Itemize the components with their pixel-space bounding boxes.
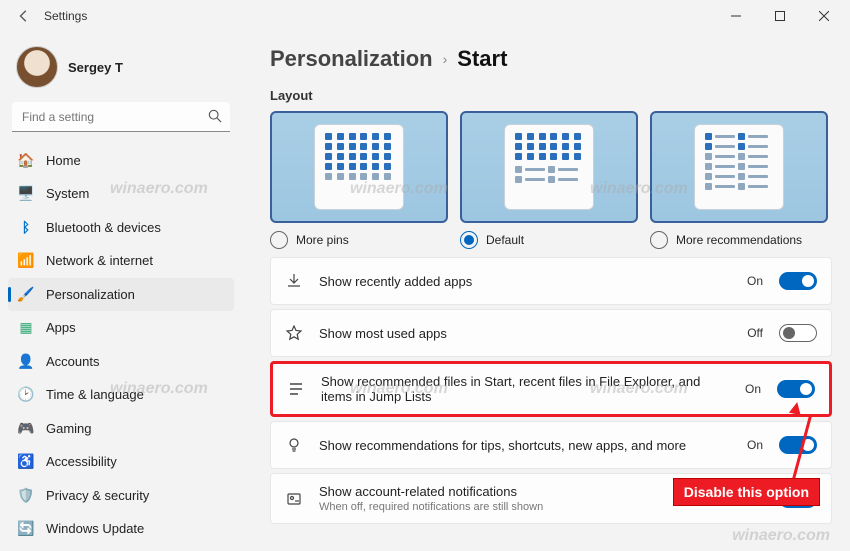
- home-icon: 🏠: [18, 152, 34, 168]
- personalization-icon: 🖌️: [18, 286, 34, 302]
- system-icon: 🖥️: [18, 186, 34, 202]
- layout-preview: [270, 111, 448, 223]
- toggle-switch[interactable]: [779, 324, 817, 342]
- list-icon: [287, 381, 305, 397]
- layout-preview: [650, 111, 828, 223]
- sidebar-item-network[interactable]: 📶Network & internet: [8, 245, 234, 278]
- accessibility-icon: ♿: [18, 454, 34, 470]
- layout-heading: Layout: [270, 88, 832, 103]
- privacy-icon: 🛡️: [18, 487, 34, 503]
- titlebar: Settings: [0, 0, 850, 32]
- main-content: Personalization › Start Layout More pins…: [242, 32, 850, 551]
- layout-options: More pins Default More recommendations: [270, 111, 832, 249]
- radio-icon: [270, 231, 288, 249]
- nav: 🏠Home 🖥️System ᛒBluetooth & devices 📶Net…: [8, 144, 234, 545]
- toggle-switch[interactable]: [779, 272, 817, 290]
- sidebar-item-gaming[interactable]: 🎮Gaming: [8, 412, 234, 445]
- sidebar-item-accounts[interactable]: 👤Accounts: [8, 345, 234, 378]
- profile-name: Sergey T: [68, 60, 123, 75]
- toggle-tips[interactable]: Show recommendations for tips, shortcuts…: [270, 421, 832, 469]
- accounts-icon: 👤: [18, 353, 34, 369]
- profile[interactable]: Sergey T: [8, 38, 234, 102]
- annotation-callout: Disable this option: [673, 478, 820, 506]
- sidebar: Sergey T 🏠Home 🖥️System ᛒBluetooth & dev…: [0, 32, 242, 551]
- bluetooth-icon: ᛒ: [18, 219, 34, 235]
- sidebar-item-accessibility[interactable]: ♿Accessibility: [8, 446, 234, 479]
- chevron-right-icon: ›: [443, 51, 448, 67]
- sidebar-item-time[interactable]: 🕑Time & language: [8, 379, 234, 412]
- sidebar-item-home[interactable]: 🏠Home: [8, 144, 234, 177]
- bulb-icon: [285, 437, 303, 453]
- layout-default[interactable]: Default: [460, 111, 638, 249]
- window-title: Settings: [44, 9, 87, 23]
- card-icon: [285, 491, 303, 507]
- sidebar-item-bluetooth[interactable]: ᛒBluetooth & devices: [8, 211, 234, 244]
- layout-more-recs[interactable]: More recommendations: [650, 111, 828, 249]
- breadcrumb-current: Start: [457, 46, 507, 72]
- search-icon: [208, 109, 222, 128]
- maximize-button[interactable]: [758, 0, 802, 32]
- time-icon: 🕑: [18, 387, 34, 403]
- sidebar-item-apps[interactable]: ▦Apps: [8, 312, 234, 345]
- close-button[interactable]: [802, 0, 846, 32]
- avatar: [16, 46, 58, 88]
- search-box[interactable]: [12, 102, 230, 132]
- radio-icon: [650, 231, 668, 249]
- apps-icon: ▦: [18, 320, 34, 336]
- toggle-switch[interactable]: [779, 436, 817, 454]
- toggle-switch[interactable]: [777, 380, 815, 398]
- sidebar-item-personalization[interactable]: 🖌️Personalization: [8, 278, 234, 311]
- toggle-recently-added[interactable]: Show recently added apps On: [270, 257, 832, 305]
- toggle-most-used[interactable]: Show most used apps Off: [270, 309, 832, 357]
- breadcrumb-parent[interactable]: Personalization: [270, 46, 433, 72]
- gaming-icon: 🎮: [18, 420, 34, 436]
- download-icon: [285, 273, 303, 289]
- star-icon: [285, 325, 303, 341]
- breadcrumb: Personalization › Start: [270, 46, 832, 72]
- network-icon: 📶: [18, 253, 34, 269]
- radio-selected-icon: [460, 231, 478, 249]
- minimize-button[interactable]: [714, 0, 758, 32]
- sidebar-item-update[interactable]: 🔄Windows Update: [8, 513, 234, 546]
- update-icon: 🔄: [18, 521, 34, 537]
- layout-preview: [460, 111, 638, 223]
- search-input[interactable]: [12, 102, 230, 132]
- sidebar-item-system[interactable]: 🖥️System: [8, 178, 234, 211]
- layout-more-pins[interactable]: More pins: [270, 111, 448, 249]
- sidebar-item-privacy[interactable]: 🛡️Privacy & security: [8, 479, 234, 512]
- toggle-recommended-files[interactable]: Show recommended files in Start, recent …: [270, 361, 832, 417]
- annotation-arrow-head: [789, 401, 803, 415]
- back-button[interactable]: [12, 4, 36, 28]
